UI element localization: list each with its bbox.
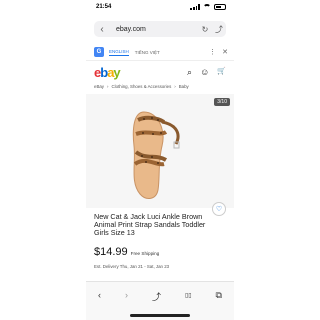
lang-english-tab[interactable]: ENGLISH — [109, 49, 129, 56]
more-icon[interactable]: ⋮ — [209, 48, 216, 56]
shipping-info: Free Shipping — [130, 251, 160, 256]
header-actions: ⌕ ☺ 🛒 — [187, 67, 226, 78]
phone-screen: 21:54 ‹ ebay.com ↻ ⤴ G ENGLISH TIẾNG VIỆ… — [86, 0, 234, 320]
share-icon[interactable]: ⤴ — [152, 290, 161, 303]
back-chevron-icon[interactable]: ‹ — [94, 24, 110, 35]
forward-icon[interactable]: › — [125, 290, 128, 300]
home-indicator — [130, 314, 190, 317]
breadcrumb-item[interactable]: Baby — [179, 84, 189, 89]
sandal-image — [132, 111, 180, 199]
ebay-logo[interactable]: ebay — [94, 65, 121, 80]
address-bar[interactable]: ‹ ebay.com ↻ ⤴ — [94, 21, 226, 37]
product-image[interactable]: 3/10 — [86, 94, 234, 208]
breadcrumb-item[interactable]: eBay — [94, 84, 104, 89]
ebay-header: ebay ⌕ ☺ 🛒 — [86, 62, 234, 82]
breadcrumb-item[interactable]: Clothing, Shoes & Accessories — [111, 84, 171, 89]
delivery-estimate: Est. Delivery Thu, Jan 21 - Sat, Jan 23 — [94, 264, 170, 269]
image-counter: 3/10 — [214, 98, 230, 106]
price: $14.99 — [94, 246, 128, 258]
reload-icon[interactable]: ↻ — [198, 25, 212, 34]
close-icon[interactable]: ✕ — [222, 48, 228, 56]
share-icon[interactable]: ⤴ — [212, 24, 226, 35]
cart-icon[interactable]: 🛒 — [217, 67, 226, 78]
status-bar: 21:54 — [96, 2, 226, 12]
status-icons — [190, 4, 226, 10]
status-time: 21:54 — [96, 4, 112, 10]
url-text[interactable]: ebay.com — [110, 26, 198, 33]
bookmarks-icon[interactable]: ▯▯ — [185, 292, 192, 299]
search-icon[interactable]: ⌕ — [187, 67, 192, 78]
battery-icon — [214, 4, 226, 10]
tabs-icon[interactable]: ⧉ — [216, 290, 222, 301]
price-row: $14.99 Free Shipping — [94, 246, 159, 258]
lang-vietnamese-tab[interactable]: TIẾNG VIỆT — [135, 50, 160, 55]
listing-title: New Cat & Jack Luci Ankle Brown Animal P… — [94, 212, 206, 238]
google-translate-icon: G — [94, 47, 104, 57]
back-icon[interactable]: ‹ — [98, 290, 101, 300]
breadcrumb: eBay › Clothing, Shoes & Accessories › Baby — [94, 84, 189, 89]
translate-bar: G ENGLISH TIẾNG VIỆT ⋮ ✕ — [86, 44, 234, 61]
profile-icon[interactable]: ☺ — [200, 67, 209, 78]
wifi-icon — [203, 4, 211, 10]
signal-icon — [190, 4, 200, 10]
